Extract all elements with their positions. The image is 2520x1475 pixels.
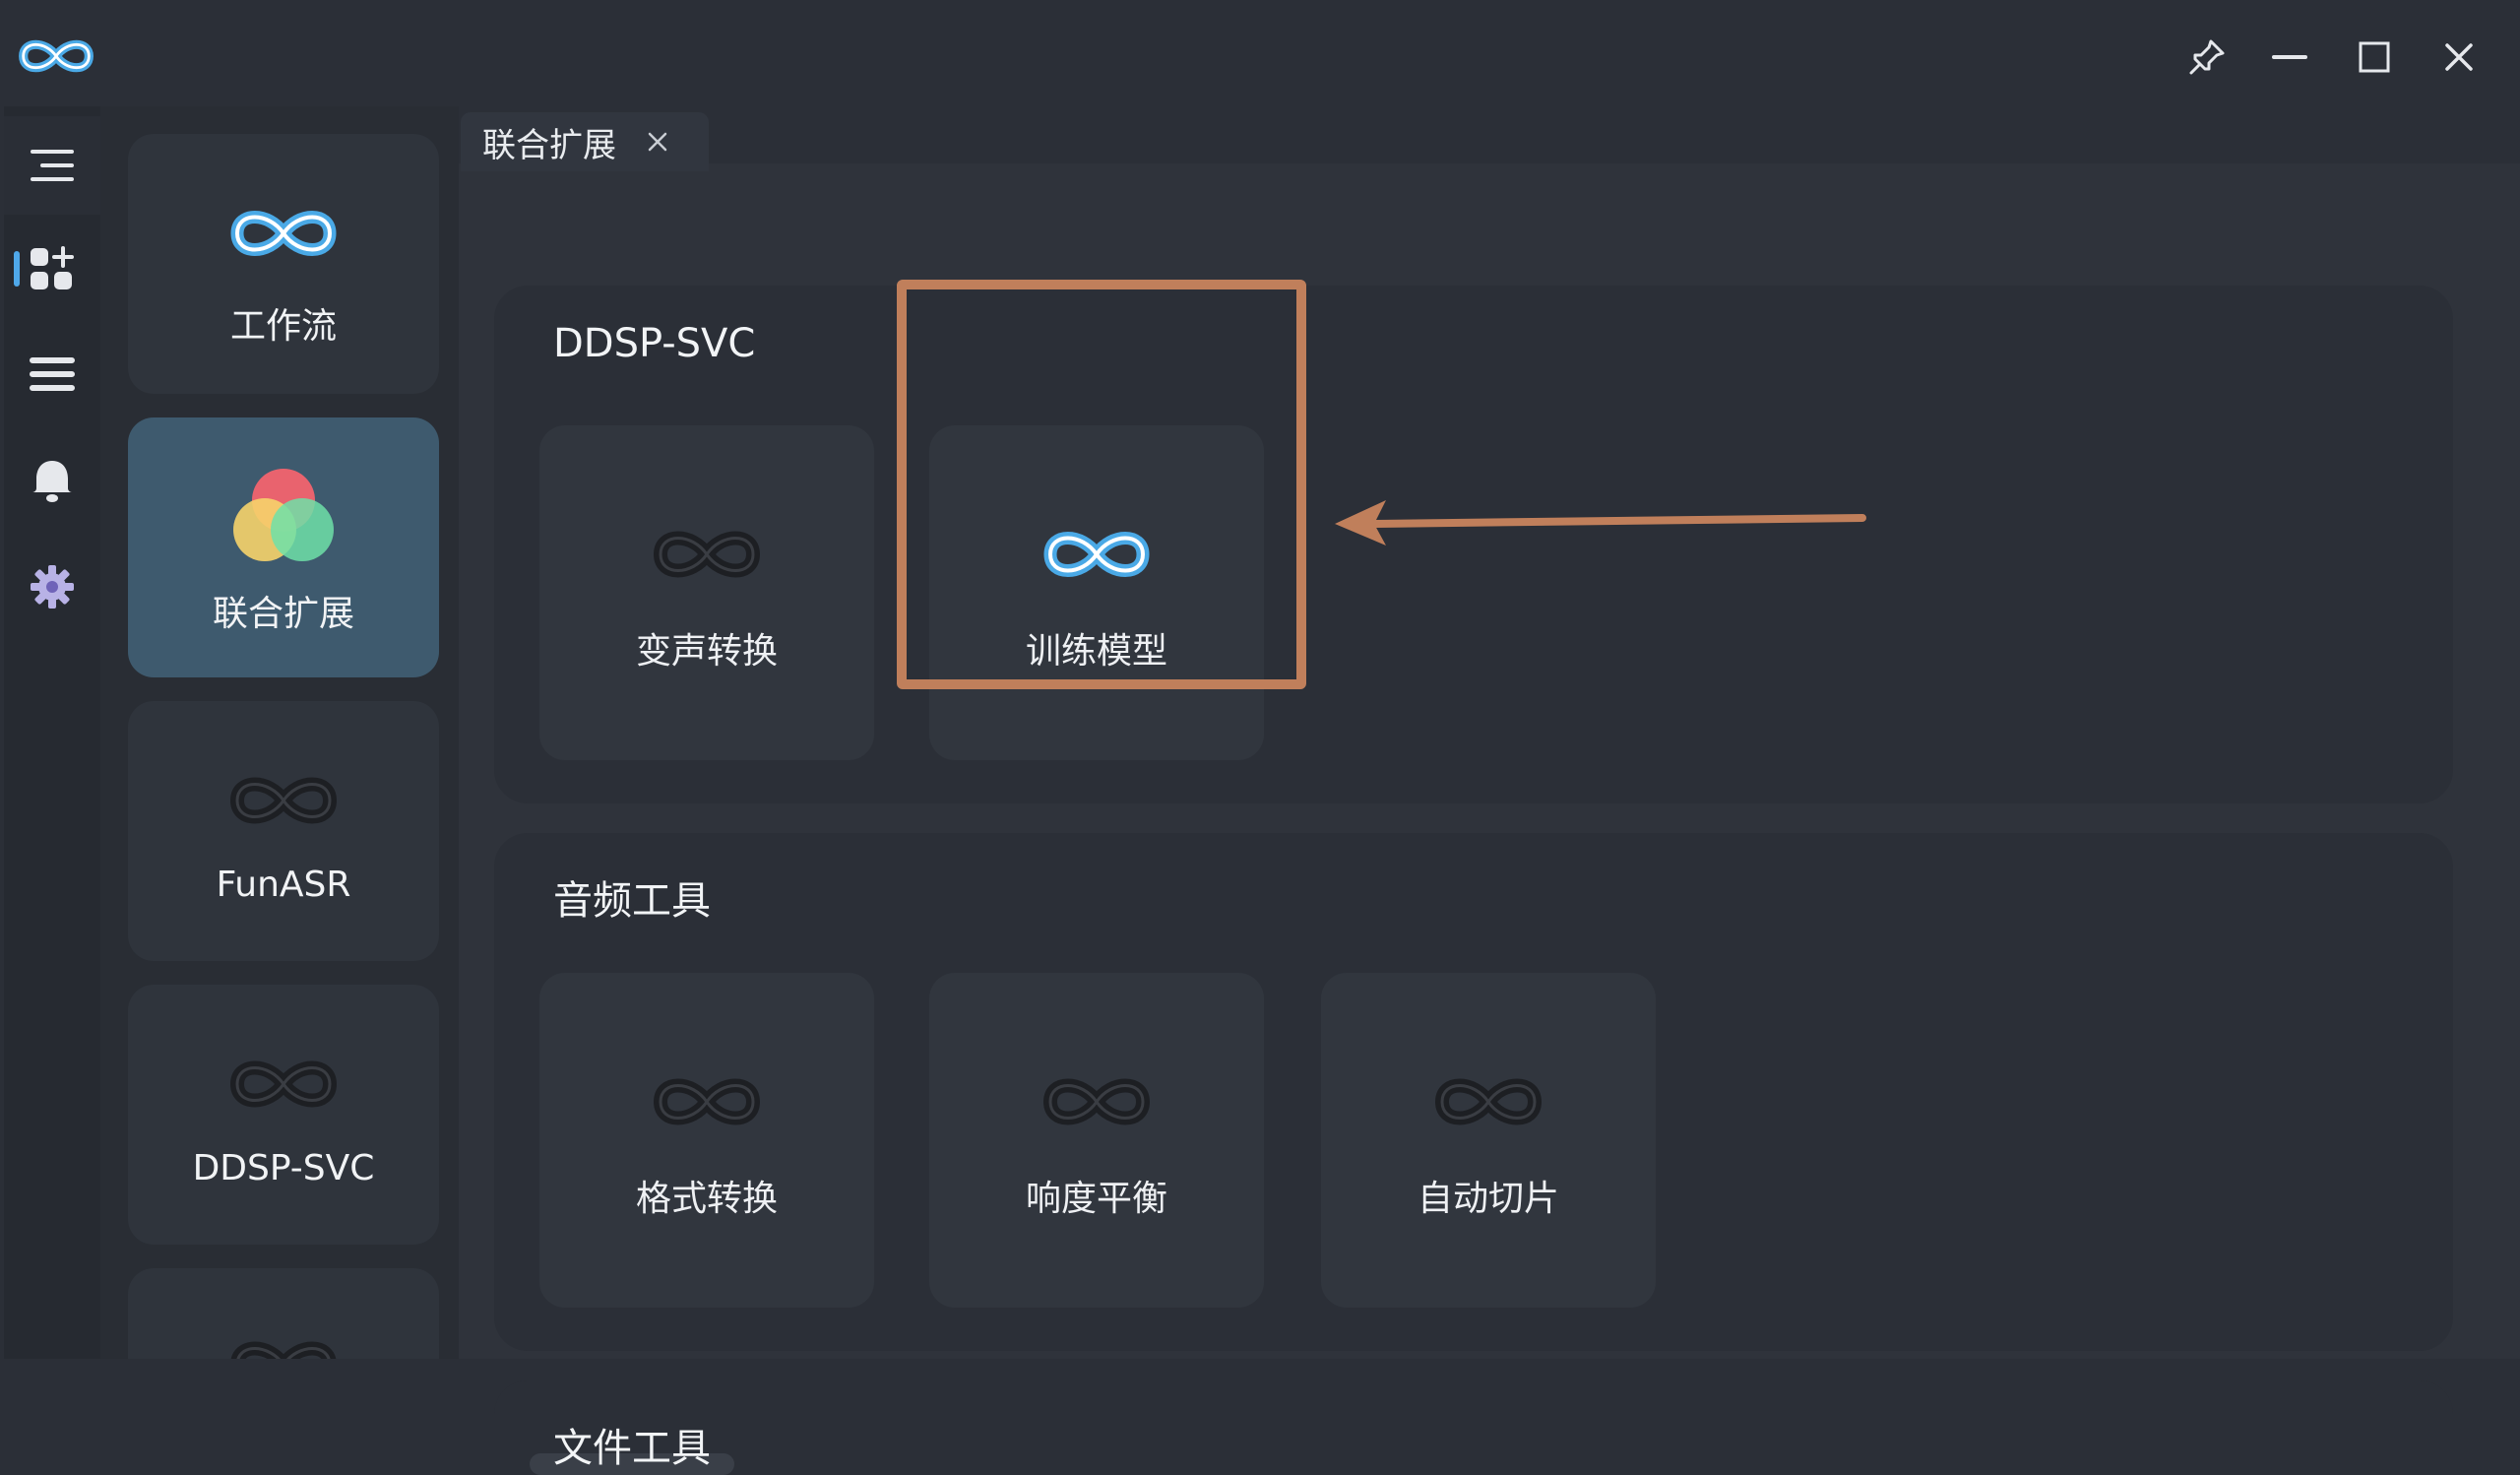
nav-item-partial[interactable] bbox=[128, 1268, 439, 1359]
section-file-tools: 文件工具 bbox=[494, 1380, 2453, 1475]
rail-settings-button[interactable] bbox=[4, 538, 100, 636]
tool-format-conversion[interactable]: 格式转换 bbox=[539, 973, 874, 1308]
extension-nav: 工作流 联合扩展 FunASR DDSP-SVC bbox=[100, 106, 459, 1359]
tool-train-model[interactable]: 训练模型 bbox=[929, 425, 1264, 760]
infinity-dark-icon bbox=[653, 1070, 761, 1133]
maximize-button[interactable] bbox=[2347, 30, 2402, 85]
rail-apps-button[interactable] bbox=[4, 221, 100, 319]
nav-item-ddsp-svc[interactable]: DDSP-SVC bbox=[128, 985, 439, 1245]
arrow-annotation bbox=[1335, 500, 1866, 545]
close-icon bbox=[648, 132, 667, 152]
bell-icon bbox=[32, 461, 72, 502]
tool-label: 自动切片 bbox=[1417, 1179, 1559, 1219]
section-title: 文件工具 bbox=[530, 1416, 734, 1475]
maximize-icon bbox=[2359, 41, 2390, 73]
tool-label: 响度平衡 bbox=[1025, 1179, 1167, 1219]
tool-auto-slice[interactable]: 自动切片 bbox=[1321, 973, 1656, 1308]
nav-item-workflow[interactable]: 工作流 bbox=[128, 134, 439, 394]
menu-icon bbox=[31, 150, 74, 181]
infinity-dark-icon bbox=[653, 523, 761, 586]
main-area: DDSP-SVC 变声转换 训练模型 音频工具 格式转换 响度平衡 自动切片 文… bbox=[459, 106, 2520, 1475]
color-circles-icon bbox=[233, 469, 334, 561]
nav-item-label: 联合扩展 bbox=[212, 594, 354, 634]
rail-list-button[interactable] bbox=[4, 325, 100, 423]
infinity-dark-icon bbox=[229, 769, 338, 832]
infinity-dark-icon bbox=[229, 1333, 338, 1359]
section-audio-tools: 音频工具 格式转换 响度平衡 自动切片 bbox=[494, 833, 2453, 1351]
nav-item-label: FunASR bbox=[216, 865, 351, 905]
minimize-icon bbox=[2272, 55, 2307, 59]
infinity-logo-icon bbox=[18, 30, 94, 83]
section-title: 音频工具 bbox=[530, 868, 734, 928]
section-title: DDSP-SVC bbox=[530, 321, 780, 368]
infinity-blue-icon bbox=[1042, 523, 1151, 586]
apps-icon bbox=[31, 246, 74, 289]
tool-label: 变声转换 bbox=[635, 631, 778, 672]
icon-rail bbox=[4, 106, 100, 1359]
close-icon bbox=[2445, 43, 2473, 71]
tool-loudness-balance[interactable]: 响度平衡 bbox=[929, 973, 1264, 1308]
rail-notifications-button[interactable] bbox=[4, 431, 100, 530]
tool-voice-conversion[interactable]: 变声转换 bbox=[539, 425, 874, 760]
title-bar bbox=[0, 0, 2520, 106]
tab-joint-extensions[interactable]: 联合扩展 bbox=[461, 112, 709, 171]
nav-item-funasr[interactable]: FunASR bbox=[128, 701, 439, 961]
infinity-dark-icon bbox=[229, 1053, 338, 1116]
list-icon bbox=[30, 357, 75, 391]
tab-close-button[interactable] bbox=[644, 128, 671, 156]
close-window-button[interactable] bbox=[2431, 30, 2487, 85]
tab-panel: DDSP-SVC 变声转换 训练模型 音频工具 格式转换 响度平衡 自动切片 文… bbox=[459, 163, 2520, 1475]
tab-label: 联合扩展 bbox=[482, 125, 616, 165]
nav-item-label: DDSP-SVC bbox=[192, 1148, 375, 1188]
pin-button[interactable] bbox=[2179, 30, 2235, 85]
minimize-button[interactable] bbox=[2262, 30, 2317, 85]
tool-label: 格式转换 bbox=[635, 1179, 778, 1219]
infinity-dark-icon bbox=[1042, 1070, 1151, 1133]
tool-label: 训练模型 bbox=[1025, 631, 1167, 672]
infinity-blue-icon bbox=[229, 202, 338, 265]
pin-icon bbox=[2189, 39, 2225, 75]
nav-item-label: 工作流 bbox=[229, 306, 337, 347]
gear-icon bbox=[31, 565, 74, 609]
rail-menu-button[interactable] bbox=[4, 116, 100, 215]
infinity-dark-icon bbox=[1434, 1070, 1543, 1133]
nav-item-joint-extensions[interactable]: 联合扩展 bbox=[128, 417, 439, 677]
